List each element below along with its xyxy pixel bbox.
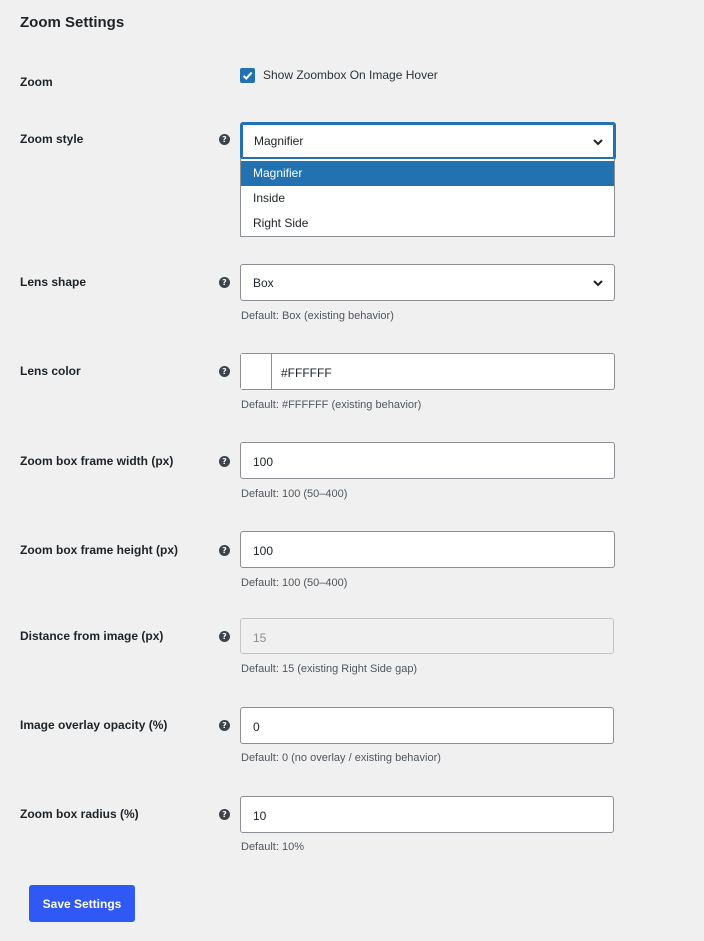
help-icon[interactable]: ? [219, 720, 230, 731]
overlay-opacity-value: 0 [253, 720, 260, 734]
box-radius-hint: Default: 10% [241, 841, 304, 853]
lens-color-label: Lens color [20, 364, 81, 378]
checkmark-icon [242, 71, 253, 80]
lens-color-input[interactable]: #FFFFFF [240, 353, 615, 390]
help-icon[interactable]: ? [219, 366, 230, 377]
help-icon[interactable]: ? [219, 277, 230, 288]
overlay-opacity-input[interactable]: 0 [240, 707, 614, 744]
chevron-down-icon [593, 139, 603, 146]
distance-label: Distance from image (px) [20, 629, 164, 643]
zoom-style-dropdown: Magnifier Inside Right Side [240, 159, 615, 237]
option-right-side[interactable]: Right Side [241, 211, 614, 236]
lens-shape-select[interactable]: Box [240, 264, 615, 301]
lens-shape-label: Lens shape [20, 275, 87, 289]
box-radius-input[interactable]: 10 [240, 796, 614, 833]
distance-input: 15 [240, 618, 614, 654]
lens-color-value: #FFFFFF [281, 366, 332, 380]
frame-width-value: 100 [253, 455, 274, 469]
help-icon[interactable]: ? [219, 631, 230, 642]
distance-value: 15 [253, 631, 267, 645]
color-swatch[interactable] [241, 354, 272, 389]
overlay-opacity-hint: Default: 0 (no overlay / existing behavi… [241, 752, 441, 764]
frame-height-hint: Default: 100 (50–400) [241, 577, 348, 589]
help-icon[interactable]: ? [219, 545, 230, 556]
frame-width-input[interactable]: 100 [240, 442, 615, 479]
lens-shape-selected: Box [253, 276, 274, 290]
frame-height-input[interactable]: 100 [240, 531, 615, 568]
overlay-opacity-label: Image overlay opacity (%) [20, 718, 168, 732]
section-title: Zoom Settings [20, 14, 125, 31]
zoom-style-selected: Magnifier [254, 134, 304, 148]
zoom-checkbox-label[interactable]: Show Zoombox On Image Hover [263, 68, 438, 82]
zoom-checkbox[interactable] [240, 68, 255, 83]
option-magnifier[interactable]: Magnifier [241, 161, 614, 186]
help-icon[interactable]: ? [219, 456, 230, 467]
frame-height-value: 100 [253, 544, 274, 558]
distance-hint: Default: 15 (existing Right Side gap) [241, 663, 418, 675]
box-radius-value: 10 [253, 809, 267, 823]
box-radius-label: Zoom box radius (%) [20, 807, 139, 821]
lens-shape-hint: Default: Box (existing behavior) [241, 310, 394, 322]
frame-width-label: Zoom box frame width (px) [20, 454, 174, 468]
zoom-label: Zoom [20, 75, 53, 89]
lens-color-hint: Default: #FFFFFF (existing behavior) [241, 399, 422, 411]
zoom-style-label: Zoom style [20, 132, 84, 146]
chevron-down-icon [593, 280, 603, 287]
help-icon[interactable]: ? [219, 809, 230, 820]
save-settings-button[interactable]: Save Settings [29, 885, 135, 922]
frame-width-hint: Default: 100 (50–400) [241, 488, 348, 500]
frame-height-label: Zoom box frame height (px) [20, 543, 179, 557]
zoom-style-select[interactable]: Magnifier [240, 122, 616, 160]
help-icon[interactable]: ? [219, 134, 230, 145]
option-inside[interactable]: Inside [241, 186, 614, 211]
